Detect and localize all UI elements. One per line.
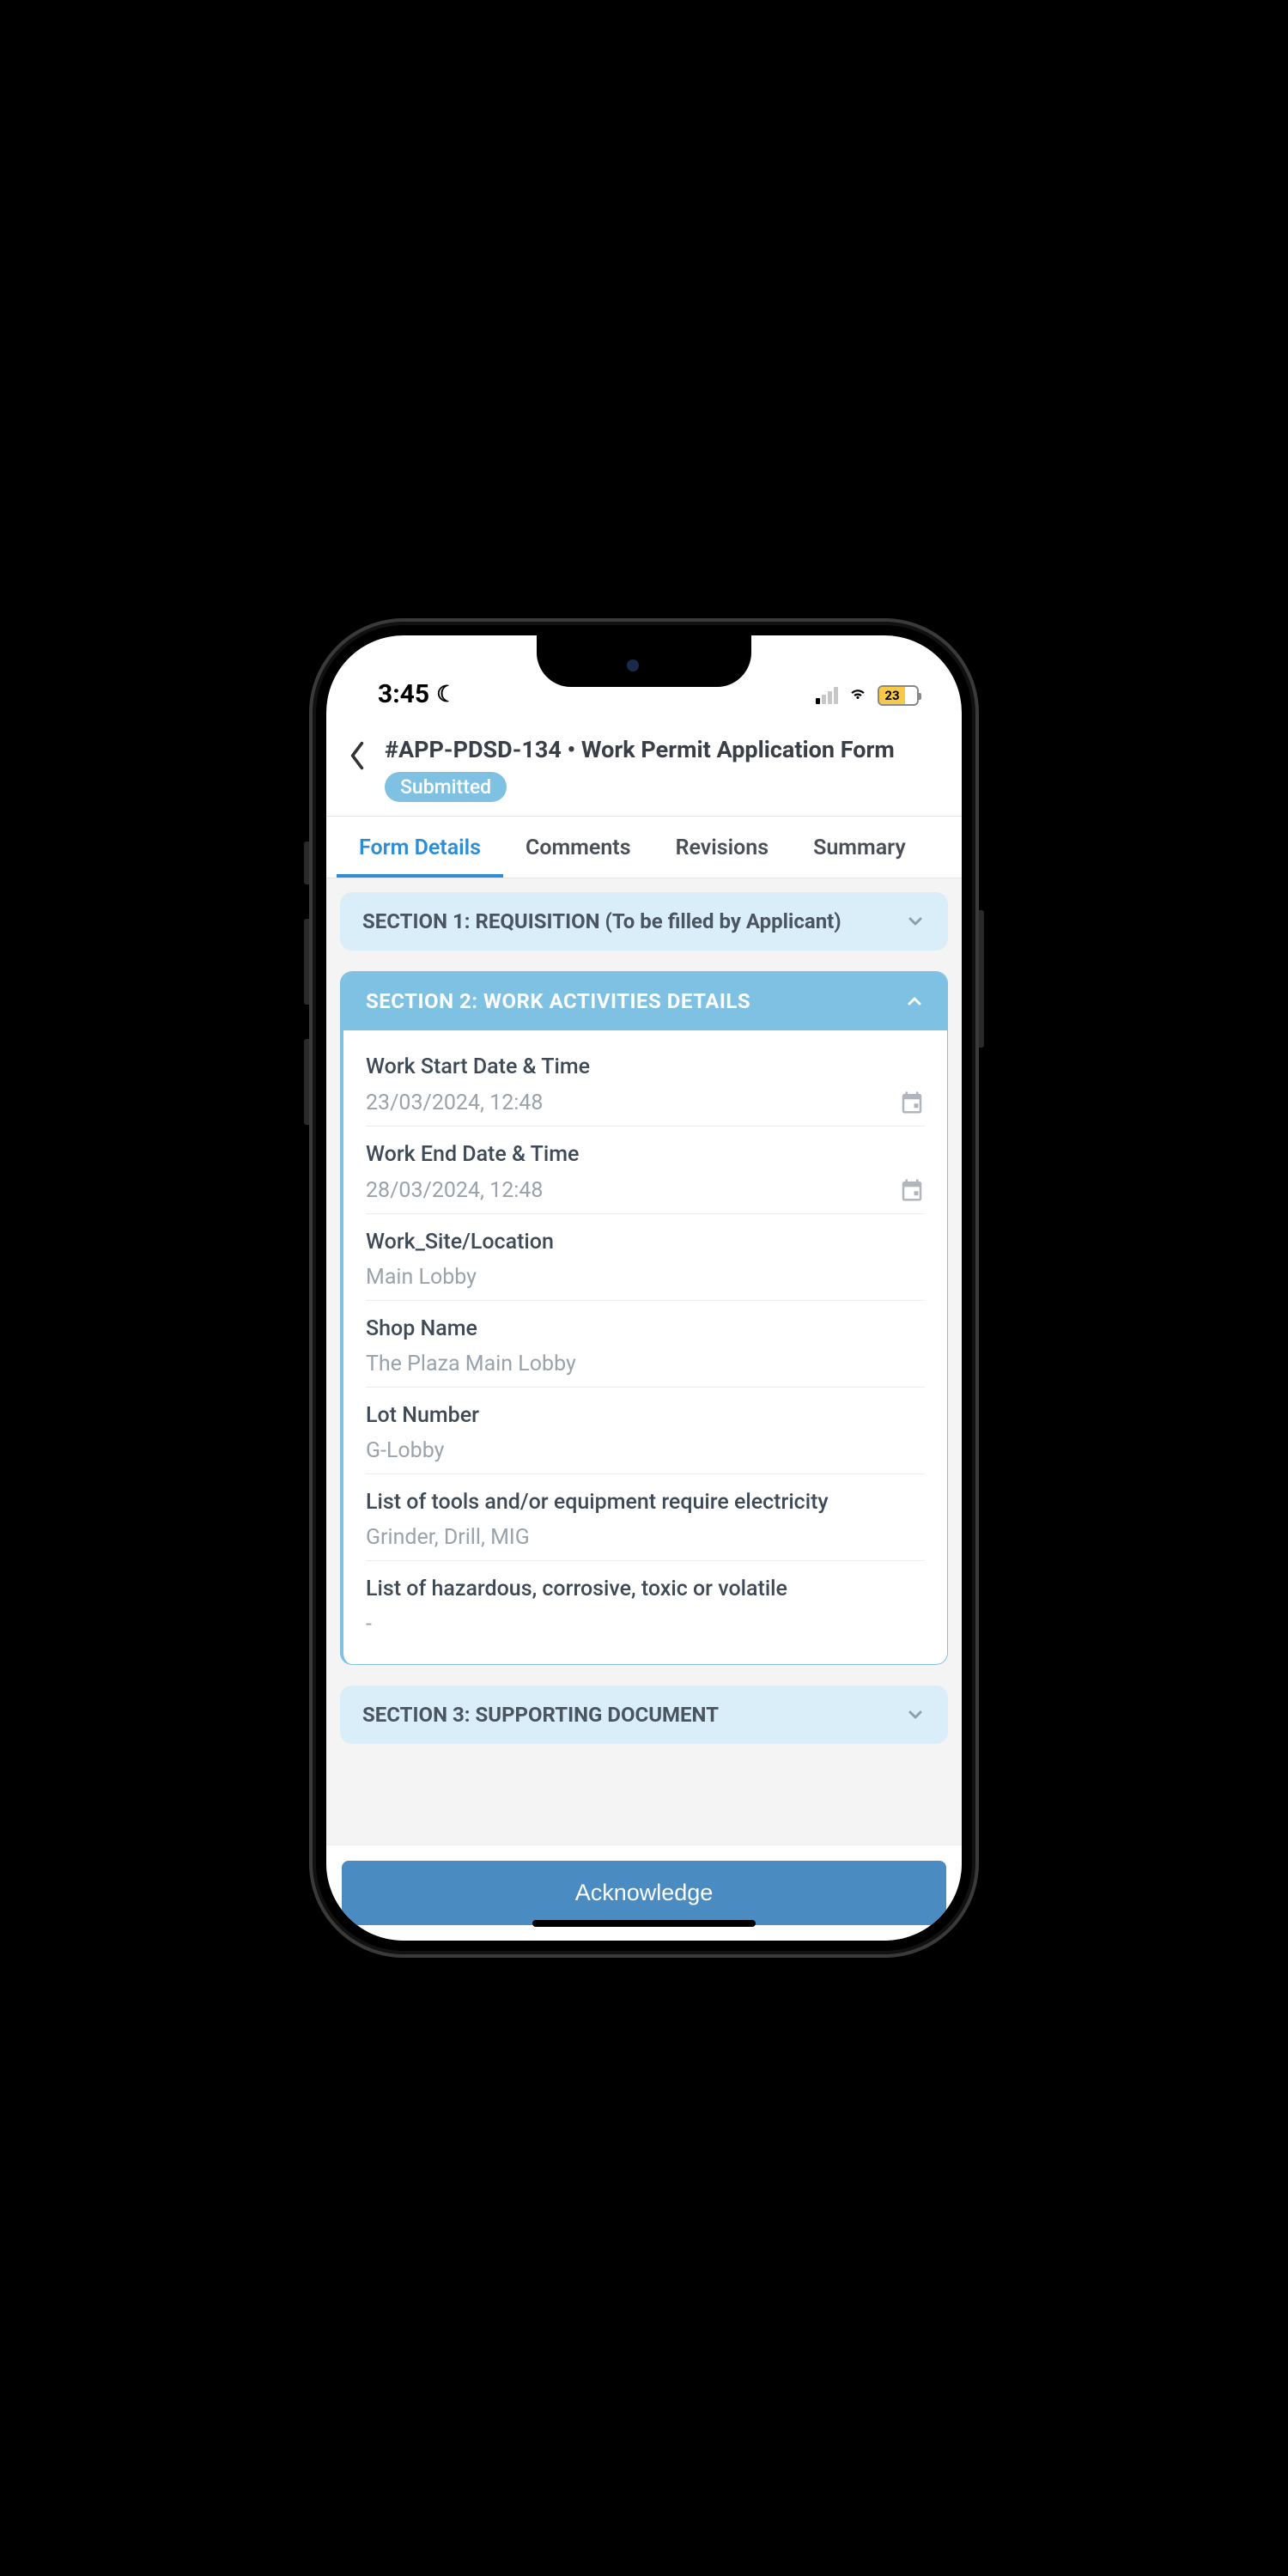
field-value: 28/03/2024, 12:48 bbox=[366, 1178, 543, 1203]
section-1-header[interactable]: SECTION 1: REQUISITION (To be filled by … bbox=[340, 892, 948, 951]
section-3-supporting-document: SECTION 3: SUPPORTING DOCUMENT bbox=[340, 1686, 948, 1744]
chevron-down-icon bbox=[905, 911, 926, 932]
do-not-disturb-icon: ☾ bbox=[436, 682, 456, 708]
field-label: Work_Site/Location bbox=[366, 1230, 925, 1255]
page-title: #APP-PDSD-134 • Work Permit Application … bbox=[385, 735, 945, 765]
chevron-up-icon bbox=[904, 991, 925, 1012]
tab-revisions[interactable]: Revisions bbox=[653, 817, 792, 878]
section-2-work-activities: SECTION 2: WORK ACTIVITIES DETAILS Work … bbox=[340, 971, 948, 1665]
wifi-icon bbox=[847, 682, 869, 709]
field-work-start: Work Start Date & Time 23/03/2024, 12:48 bbox=[366, 1039, 925, 1127]
section-1-requisition: SECTION 1: REQUISITION (To be filled by … bbox=[340, 892, 948, 951]
field-value: The Plaza Main Lobby bbox=[366, 1352, 925, 1376]
tabs: Form Details Comments Revisions Summary bbox=[326, 817, 962, 878]
status-badge: Submitted bbox=[385, 772, 507, 802]
app-header: #APP-PDSD-134 • Work Permit Application … bbox=[326, 718, 962, 817]
field-label: Work End Date & Time bbox=[366, 1142, 925, 1167]
section-1-title: SECTION 1: REQUISITION (To be filled by … bbox=[362, 909, 841, 933]
field-label: List of hazardous, corrosive, toxic or v… bbox=[366, 1577, 925, 1601]
field-lot: Lot Number G-Lobby bbox=[366, 1388, 925, 1474]
section-3-title: SECTION 3: SUPPORTING DOCUMENT bbox=[362, 1703, 719, 1727]
calendar-icon[interactable] bbox=[899, 1177, 925, 1203]
field-label: Shop Name bbox=[366, 1316, 925, 1341]
chevron-left-icon bbox=[348, 740, 367, 771]
field-location: Work_Site/Location Main Lobby bbox=[366, 1214, 925, 1301]
side-buttons-left bbox=[304, 841, 309, 1159]
field-value: G-Lobby bbox=[366, 1438, 925, 1463]
section-2-body: Work Start Date & Time 23/03/2024, 12:48… bbox=[343, 1030, 947, 1664]
calendar-icon[interactable] bbox=[899, 1090, 925, 1115]
field-tools: List of tools and/or equipment require e… bbox=[366, 1474, 925, 1561]
phone-frame: 3:45 ☾ 23 #APP-PDSD-134 • Work Permi bbox=[309, 618, 979, 1958]
battery-level: 23 bbox=[879, 687, 905, 704]
chevron-down-icon bbox=[905, 1704, 926, 1725]
cellular-signal-icon bbox=[816, 687, 838, 704]
field-hazardous: List of hazardous, corrosive, toxic or v… bbox=[366, 1561, 925, 1647]
section-2-header[interactable]: SECTION 2: WORK ACTIVITIES DETAILS bbox=[343, 972, 947, 1030]
field-label: List of tools and/or equipment require e… bbox=[366, 1490, 925, 1515]
home-indicator[interactable] bbox=[532, 1920, 756, 1927]
field-value: Main Lobby bbox=[366, 1265, 925, 1290]
field-value: - bbox=[366, 1612, 925, 1637]
battery-icon: 23 bbox=[878, 685, 919, 706]
acknowledge-button[interactable]: Acknowledge bbox=[342, 1861, 946, 1925]
section-2-title: SECTION 2: WORK ACTIVITIES DETAILS bbox=[366, 989, 750, 1013]
field-label: Work Start Date & Time bbox=[366, 1054, 925, 1079]
field-shop: Shop Name The Plaza Main Lobby bbox=[366, 1301, 925, 1388]
back-button[interactable] bbox=[340, 738, 374, 773]
field-value: Grinder, Drill, MIG bbox=[366, 1525, 925, 1550]
tab-summary[interactable]: Summary bbox=[791, 817, 928, 878]
side-buttons-right bbox=[979, 910, 984, 1048]
tab-comments[interactable]: Comments bbox=[503, 817, 653, 878]
section-3-header[interactable]: SECTION 3: SUPPORTING DOCUMENT bbox=[340, 1686, 948, 1744]
field-work-end: Work End Date & Time 28/03/2024, 12:48 bbox=[366, 1127, 925, 1214]
content-area[interactable]: SECTION 1: REQUISITION (To be filled by … bbox=[326, 878, 962, 1844]
field-value: 23/03/2024, 12:48 bbox=[366, 1091, 543, 1115]
status-time: 3:45 bbox=[378, 679, 429, 709]
field-label: Lot Number bbox=[366, 1403, 925, 1428]
tab-form-details[interactable]: Form Details bbox=[337, 817, 503, 878]
notch bbox=[537, 635, 751, 687]
